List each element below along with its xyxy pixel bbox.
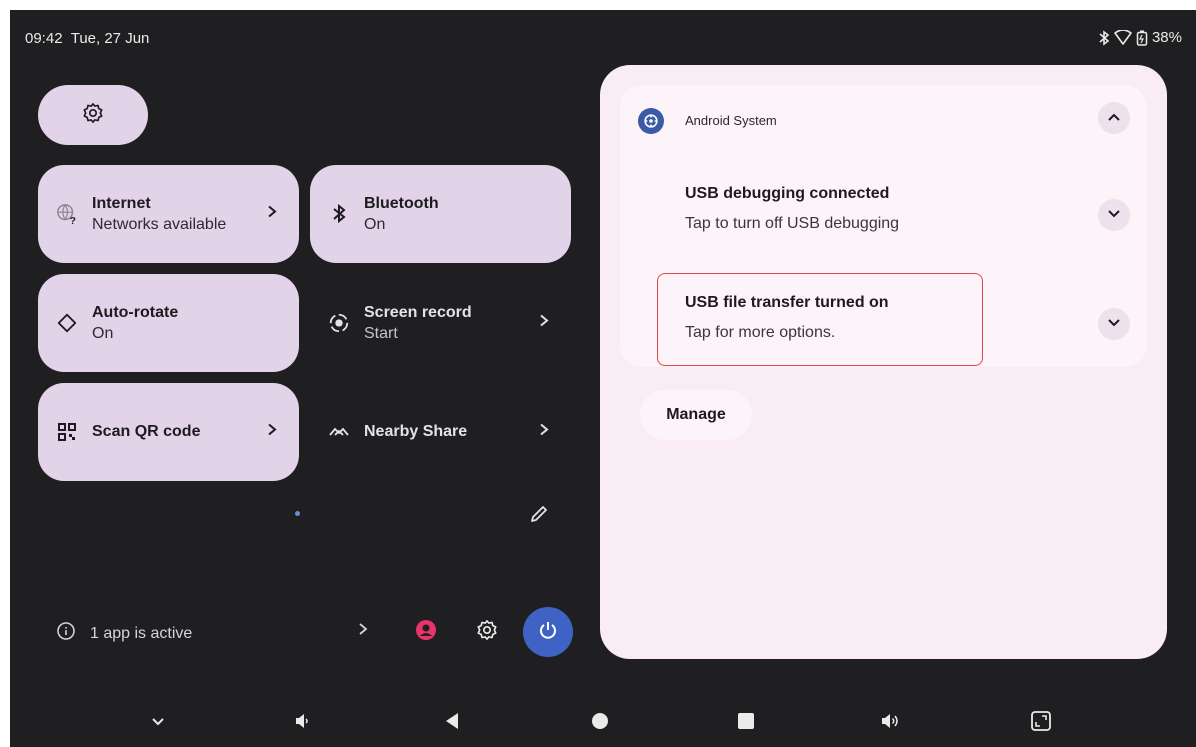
bluetooth-icon	[1098, 29, 1110, 46]
power-icon	[538, 620, 558, 645]
home-circle-icon	[591, 712, 609, 735]
back-button[interactable]	[437, 708, 467, 738]
tile-nearby-share[interactable]: Nearby Share	[310, 383, 571, 481]
expand-button-usb-file-transfer[interactable]	[1098, 308, 1130, 340]
svg-text:?: ?	[70, 216, 76, 225]
chevron-down-icon	[1107, 206, 1121, 224]
tile-screen-record-subtitle: Start	[364, 324, 398, 342]
notification-panel: Android System USB debugging connected T…	[600, 65, 1167, 659]
chevron-right-icon	[539, 423, 549, 442]
back-triangle-icon	[444, 712, 460, 735]
settings-button[interactable]	[38, 85, 148, 145]
info-icon	[56, 621, 76, 646]
volume-up-icon	[880, 713, 902, 734]
screen: 09:42 Tue, 27 Jun 38% ? Internet Network…	[10, 10, 1196, 747]
page-indicator-dot	[295, 511, 300, 516]
tile-nearby-share-title: Nearby Share	[364, 423, 468, 440]
status-icons: 38%	[1098, 29, 1182, 46]
chevron-right-icon	[267, 423, 277, 442]
chevron-right-icon[interactable]	[358, 622, 368, 641]
android-system-icon	[638, 108, 664, 134]
highlight-box	[657, 273, 983, 366]
gear-icon	[476, 620, 498, 645]
notification-group: Android System USB debugging connected T…	[620, 85, 1147, 367]
nearby-share-icon	[328, 425, 350, 439]
notification-text-usb-file-transfer[interactable]: Tap for more options.	[685, 324, 835, 342]
recents-square-icon	[737, 712, 755, 735]
screenshot-frame-icon	[1030, 710, 1052, 737]
user-icon	[415, 620, 437, 645]
chevron-up-icon	[1107, 109, 1121, 127]
wifi-icon	[1114, 30, 1132, 45]
power-button[interactable]	[523, 607, 573, 657]
status-time: 09:42	[25, 30, 63, 47]
volume-down-button[interactable]	[287, 708, 317, 738]
notification-text-usb-debugging: Tap to turn off USB debugging	[685, 215, 900, 232]
bluetooth-icon	[328, 204, 350, 224]
notification-title-usb-file-transfer[interactable]: USB file transfer turned on	[685, 294, 889, 312]
tile-auto-rotate[interactable]: Auto-rotate On	[38, 274, 299, 372]
volume-up-button[interactable]	[876, 708, 906, 738]
notification-title-usb-debugging: USB debugging connected	[685, 185, 890, 202]
edit-pencil-icon[interactable]	[529, 504, 549, 529]
tile-internet-title: Internet	[92, 194, 151, 212]
record-icon	[328, 312, 350, 334]
status-clock: 09:42 Tue, 27 Jun	[25, 30, 149, 47]
tile-bluetooth-title: Bluetooth	[364, 194, 439, 212]
recents-button[interactable]	[731, 708, 761, 738]
tile-auto-rotate-subtitle: On	[92, 324, 114, 342]
tile-scan-qr-title: Scan QR code	[92, 423, 201, 440]
active-apps-label: 1 app is active	[90, 624, 193, 642]
battery-icon	[1136, 30, 1148, 46]
screenshot-button[interactable]	[1026, 708, 1056, 738]
rotate-icon	[56, 312, 78, 334]
collapse-nav-button[interactable]	[143, 708, 173, 738]
chevron-right-icon	[267, 205, 277, 224]
tile-screen-record-title: Screen record	[364, 303, 472, 321]
home-button[interactable]	[585, 708, 615, 738]
chevron-down-icon	[1107, 315, 1121, 333]
tile-internet-subtitle: Networks available	[92, 215, 227, 233]
tile-auto-rotate-title: Auto-rotate	[92, 303, 179, 321]
tile-scan-qr[interactable]: Scan QR code	[38, 383, 299, 481]
chevron-down-icon	[151, 714, 165, 732]
gear-icon	[82, 102, 104, 129]
expand-button-usb-debugging[interactable]	[1098, 199, 1130, 231]
collapse-button[interactable]	[1098, 102, 1130, 134]
notification-app-name: Android System	[685, 113, 777, 128]
footer-settings-button[interactable]	[476, 619, 498, 646]
manage-button[interactable]: Manage	[640, 390, 752, 440]
navigation-bar	[10, 700, 1196, 747]
chevron-right-icon	[539, 314, 549, 333]
globe-question-icon: ?	[56, 203, 78, 225]
battery-percent: 38%	[1151, 29, 1182, 46]
status-date: Tue, 27 Jun	[70, 30, 150, 47]
tile-screen-record[interactable]: Screen record Start	[310, 274, 571, 372]
tile-bluetooth-subtitle: On	[364, 215, 386, 233]
user-switcher-button[interactable]	[415, 619, 437, 646]
volume-down-icon	[294, 713, 310, 734]
tile-internet[interactable]: ? Internet Networks available	[38, 165, 299, 263]
active-apps-row[interactable]: 1 app is active	[56, 621, 192, 646]
tile-bluetooth[interactable]: Bluetooth On	[310, 165, 571, 263]
qr-icon	[56, 422, 78, 442]
